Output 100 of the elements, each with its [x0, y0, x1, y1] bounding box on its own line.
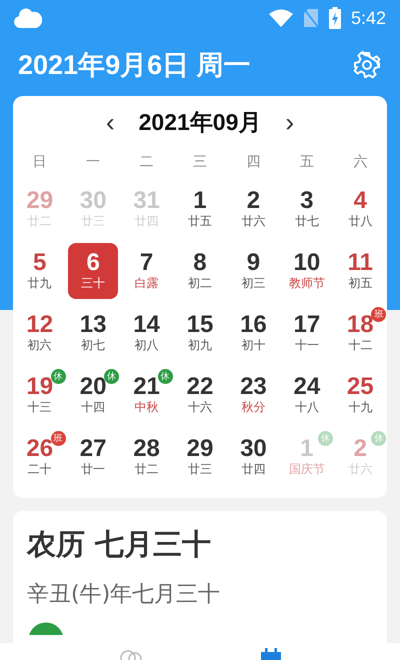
day-cell[interactable]: 13 初七	[68, 305, 118, 361]
month-title: 2021年09月	[138, 108, 262, 136]
day-number: 24	[293, 374, 320, 400]
lunar-date: 二十	[28, 462, 52, 478]
rest-day-badge: 休	[371, 431, 386, 446]
day-number: 5	[33, 250, 46, 276]
day-cell[interactable]: 16 初十	[228, 305, 278, 361]
lunar-date: 廿一	[81, 462, 106, 478]
lunar-date: 十八	[294, 400, 319, 416]
day-cell[interactable]: 14 初八	[122, 305, 172, 361]
lunar-date: 十六	[188, 400, 212, 416]
day-number: 21	[133, 374, 160, 400]
day-number: 1	[193, 188, 207, 214]
day-number: 7	[140, 250, 154, 276]
day-cell[interactable]: 23 秋分	[228, 367, 278, 423]
day-cell[interactable]: 15 初九	[174, 305, 225, 361]
lunar-date: 初八	[134, 338, 159, 354]
rest-day-badge: 休	[104, 369, 120, 384]
day-cell[interactable]: 24 十八	[282, 367, 332, 423]
weekday-label: 二	[140, 153, 154, 172]
day-number: 29	[26, 188, 54, 214]
day-number: 8	[193, 250, 207, 276]
circles-icon[interactable]	[118, 648, 142, 660]
day-number: 20	[80, 374, 106, 400]
day-number: 30	[240, 436, 267, 462]
lunar-date: 廿四	[241, 462, 266, 478]
day-number: 11	[348, 250, 373, 276]
day-cell[interactable]: 30 廿四	[228, 429, 278, 485]
lunar-date: 廿三	[188, 462, 212, 478]
weekday-label: 五	[300, 153, 314, 172]
date-title: 2021年9月6日 周一	[18, 49, 252, 82]
lunar-date: 初三	[241, 276, 266, 292]
settings-icon[interactable]	[352, 50, 382, 80]
cloud-icon	[14, 8, 42, 28]
lunar-date: 十一	[294, 338, 319, 354]
day-cell[interactable]: 22 十六	[174, 367, 225, 423]
day-number: 2	[354, 436, 367, 462]
lunar-date: 初十	[241, 338, 266, 354]
day-cell[interactable]: 25 十九	[335, 367, 386, 423]
day-number: 23	[240, 374, 267, 400]
next-month-button[interactable]: ›	[281, 109, 298, 135]
day-number: 6	[86, 250, 100, 276]
day-number: 2	[246, 188, 260, 214]
day-cell[interactable]: 28 廿二	[122, 429, 172, 485]
day-number: 9	[246, 250, 260, 276]
day-number: 17	[293, 312, 320, 338]
lunar-date: 国庆节	[288, 462, 325, 478]
weekday-label: 三	[192, 153, 207, 172]
day-number: 28	[133, 436, 160, 462]
lunar-date: 初七	[81, 338, 106, 354]
day-cell[interactable]: 29 廿三	[174, 429, 225, 485]
day-cell[interactable]: 4 廿八	[335, 181, 386, 237]
weekday-label: 六	[353, 153, 368, 172]
day-cell[interactable]: 8 初二	[174, 243, 225, 299]
lunar-date: 十四	[81, 400, 106, 416]
lunar-date: 秋分	[241, 400, 266, 416]
lunar-date: 廿八	[348, 214, 372, 230]
lunar-date: 三十	[81, 276, 106, 292]
day-number: 25	[346, 374, 374, 400]
lunar-date: 教师节	[288, 276, 325, 292]
day-number: 4	[354, 188, 367, 214]
day-number: 3	[300, 188, 314, 214]
status-icon	[27, 621, 65, 635]
day-cell[interactable]: 2 廿六	[228, 181, 278, 237]
day-cell[interactable]: 5 廿九	[14, 243, 65, 299]
day-number: 22	[186, 374, 214, 400]
day-number: 15	[186, 312, 214, 338]
day-cell[interactable]: 12 初六	[14, 305, 65, 361]
clock-time: 5:42	[350, 8, 386, 28]
no-sim-icon	[302, 8, 319, 28]
work-day-badge: 班	[50, 431, 66, 446]
day-cell[interactable]: 1 廿五	[174, 181, 225, 237]
previous-month-button[interactable]: ‹	[102, 109, 119, 135]
lunar-year-date: 辛丑(牛)年七月三十	[27, 581, 222, 609]
rest-day-badge: 休	[318, 431, 333, 446]
day-number: 16	[240, 312, 267, 338]
calendar-icon[interactable]	[260, 648, 282, 660]
lunar-date: 廿七	[294, 214, 319, 230]
lunar-date: 十二	[348, 338, 372, 354]
lunar-date: 初六	[28, 338, 52, 354]
lunar-date: 初五	[348, 276, 372, 292]
day-number: 27	[80, 436, 106, 462]
day-cell[interactable]: 6 三十	[68, 243, 118, 299]
lunar-date: 廿六	[241, 214, 266, 230]
day-cell[interactable]: 9 初三	[228, 243, 278, 299]
lunar-date: 白露	[134, 276, 159, 292]
weekday-label: 日	[32, 153, 47, 172]
day-cell[interactable]: 7 白露	[122, 243, 172, 299]
weekday-label: 一	[86, 153, 100, 172]
battery-icon	[328, 7, 341, 29]
day-cell[interactable]: 10 教师节	[282, 243, 332, 299]
day-cell[interactable]: 17 十一	[282, 305, 332, 361]
day-number: 10	[293, 250, 320, 276]
lunar-date: 十九	[348, 400, 372, 416]
day-cell[interactable]: 27 廿一	[68, 429, 118, 485]
rest-day-badge: 休	[158, 369, 173, 384]
day-number: 13	[80, 312, 106, 338]
day-number: 29	[186, 436, 214, 462]
day-cell[interactable]: 3 廿七	[282, 181, 332, 237]
day-cell[interactable]: 11 初五	[335, 243, 386, 299]
